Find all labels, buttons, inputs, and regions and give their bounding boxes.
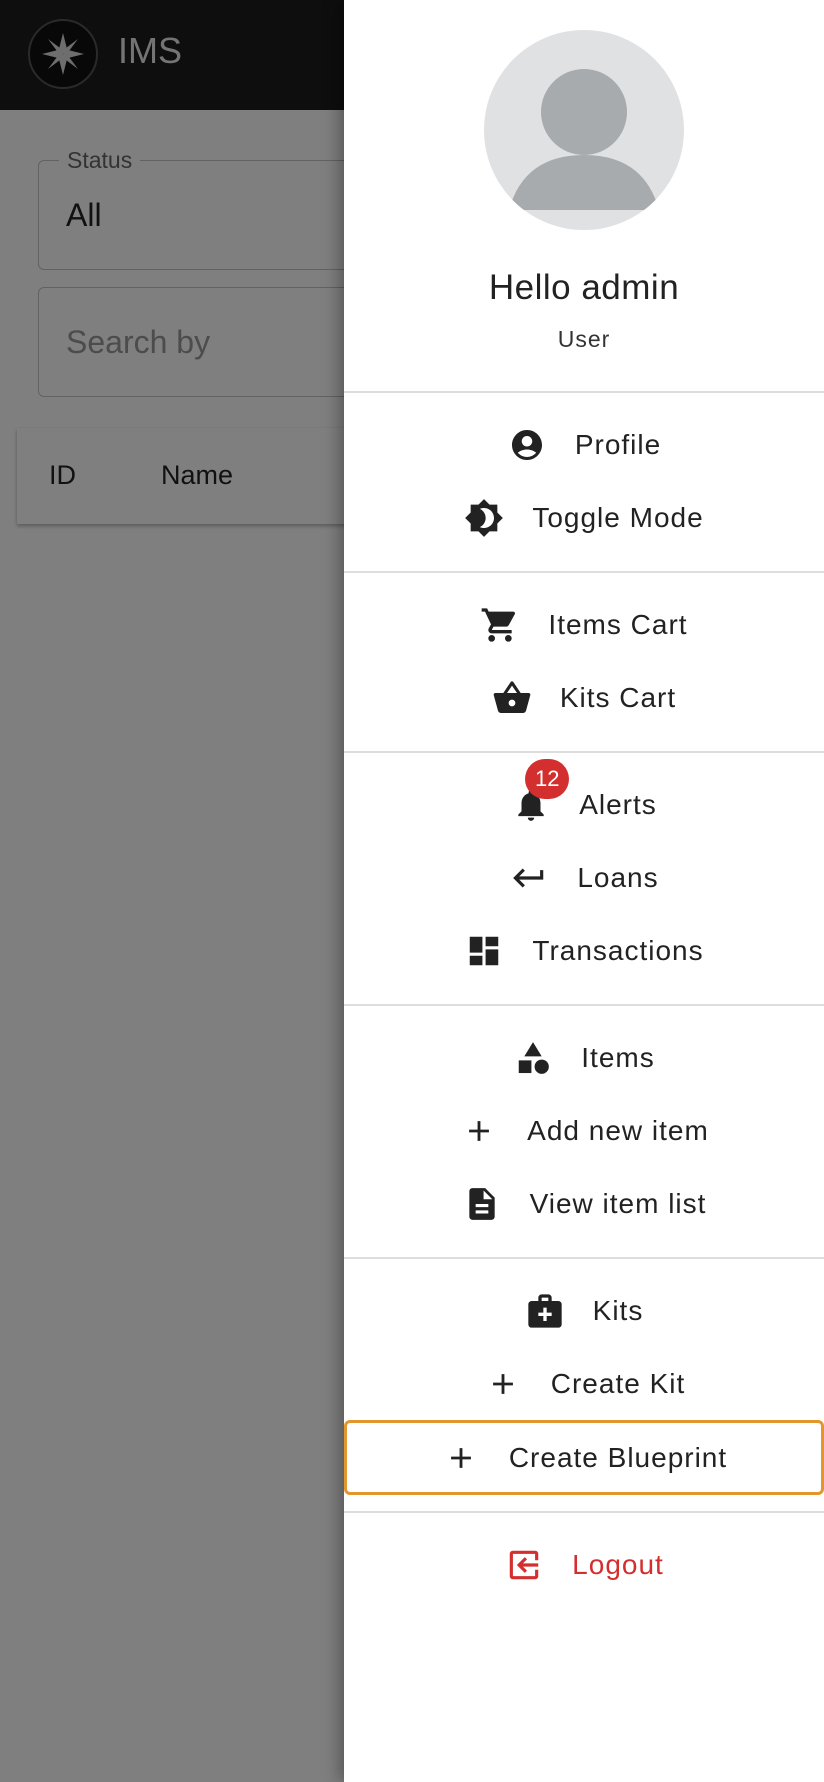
menu-item-add-new-item[interactable]: Add new item — [344, 1095, 824, 1167]
brightness-icon — [464, 498, 504, 538]
greeting: Hello admin — [488, 268, 680, 307]
alerts-count-badge: 12 — [525, 759, 570, 799]
navigation-drawer: Hello admin User Profile Toggle Mode Ite… — [344, 0, 824, 1782]
menu-label: View item list — [529, 1188, 707, 1219]
account-circle-icon — [507, 425, 547, 465]
menu-label: Profile — [574, 429, 662, 460]
menu-label: Kits — [592, 1295, 644, 1326]
medical-bag-icon — [525, 1291, 565, 1331]
divider — [344, 1004, 824, 1006]
return-arrow-icon — [509, 858, 549, 898]
menu-label: Logout — [572, 1549, 664, 1580]
menu-item-create-kit[interactable]: Create Kit — [344, 1348, 824, 1420]
plus-icon — [483, 1364, 523, 1404]
menu-label: Alerts — [579, 789, 657, 820]
menu-label: Create Blueprint — [508, 1441, 728, 1473]
menu-item-items[interactable]: Items — [344, 1022, 824, 1094]
divider — [344, 571, 824, 573]
menu-label: Kits Cart — [559, 682, 677, 713]
menu-item-toggle-mode[interactable]: Toggle Mode — [344, 482, 824, 554]
menu-label: Add new item — [527, 1115, 709, 1146]
cart-icon — [480, 605, 520, 645]
menu-item-kits[interactable]: Kits — [344, 1275, 824, 1347]
basket-icon — [492, 678, 532, 718]
menu-item-create-blueprint[interactable]: Create Blueprint — [344, 1420, 824, 1495]
menu-item-items-cart[interactable]: Items Cart — [344, 589, 824, 661]
document-icon — [462, 1184, 502, 1224]
divider — [344, 391, 824, 393]
menu-item-transactions[interactable]: Transactions — [344, 915, 824, 987]
menu-item-view-item-list[interactable]: View item list — [344, 1168, 824, 1240]
menu-item-profile[interactable]: Profile — [344, 409, 824, 481]
logout-icon — [504, 1545, 544, 1585]
bell-icon: 12 — [511, 759, 570, 825]
menu-label: Loans — [577, 862, 659, 893]
divider — [344, 1511, 824, 1513]
menu-item-loans[interactable]: Loans — [344, 842, 824, 914]
menu-label: Transactions — [532, 935, 704, 966]
plus-icon — [441, 1438, 481, 1478]
logout-button[interactable]: Logout — [344, 1529, 824, 1601]
menu-label: Items Cart — [548, 609, 688, 640]
divider — [344, 1257, 824, 1259]
user-role: User — [557, 326, 611, 352]
divider — [344, 751, 824, 753]
avatar — [484, 30, 684, 230]
menu-item-kits-cart[interactable]: Kits Cart — [344, 662, 824, 734]
shapes-icon — [513, 1038, 553, 1078]
menu-label: Items — [581, 1042, 655, 1073]
menu-item-alerts[interactable]: 12 Alerts — [344, 759, 824, 841]
dashboard-icon — [464, 931, 504, 971]
menu-label: Toggle Mode — [532, 502, 704, 533]
menu-label: Create Kit — [550, 1368, 686, 1399]
plus-icon — [459, 1111, 499, 1151]
